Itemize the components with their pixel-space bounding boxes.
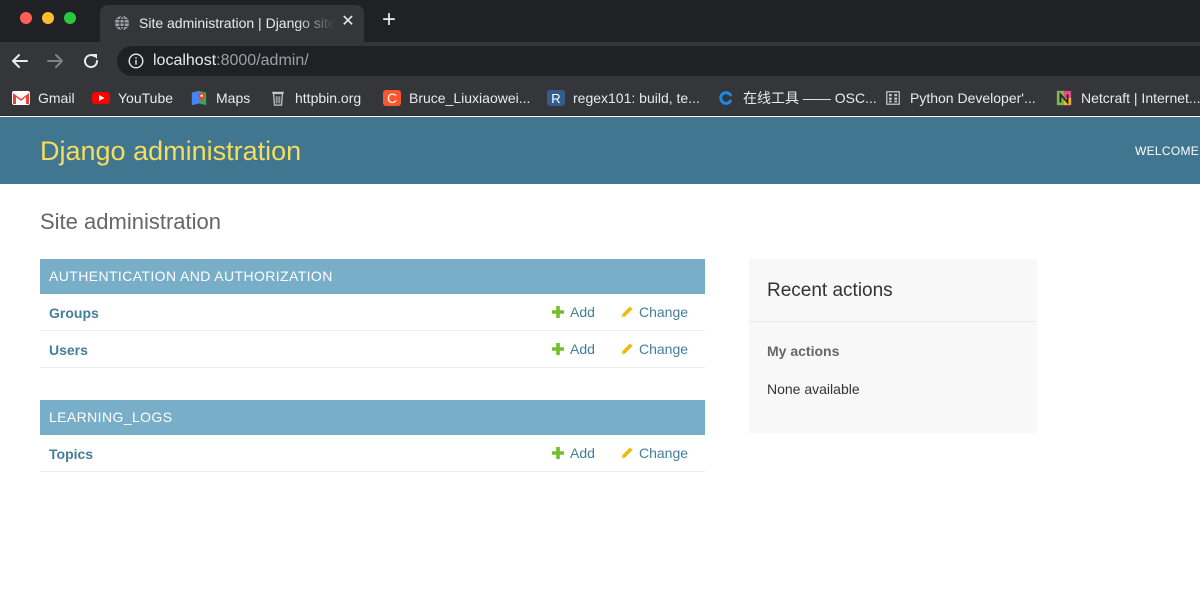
add-topics-button[interactable]: Add (551, 444, 595, 462)
regex101-icon: R (547, 90, 565, 106)
bookmark-netcraft[interactable]: Netcraft | Internet... (1055, 88, 1200, 108)
module-caption-link[interactable]: LEARNING_LOGS (40, 400, 705, 435)
model-link-groups[interactable]: Groups (49, 304, 99, 322)
change-groups-button[interactable]: Change (620, 303, 688, 321)
bookmark-regex101[interactable]: R regex101: build, te... (547, 88, 700, 108)
bookmark-oschina[interactable]: 在线工具 —— OSC... (717, 88, 877, 108)
add-label: Add (570, 341, 595, 357)
page-title: Site administration (40, 209, 221, 234)
bookmark-csdn[interactable]: C Bruce_Liuxiaowei... (383, 88, 530, 108)
bookmark-python-docs[interactable]: Python Developer'... (884, 88, 1036, 108)
model-link-topics[interactable]: Topics (49, 445, 93, 463)
maps-icon (191, 90, 207, 106)
bookmark-maps[interactable]: Maps (190, 88, 250, 108)
bookmark-youtube[interactable]: YouTube (92, 88, 173, 108)
add-icon (552, 306, 564, 318)
site-branding-link[interactable]: Django administration (40, 135, 301, 167)
python-docs-icon (886, 91, 900, 105)
httpbin-icon (272, 91, 284, 106)
forward-arrow-icon[interactable] (45, 51, 65, 71)
address-url[interactable]: localhost:8000/admin/ (153, 52, 309, 70)
add-groups-button[interactable]: Add (551, 303, 595, 321)
browser-tab-bar: Site administration | Django site admin … (0, 0, 1200, 42)
recent-actions-panel: Recent actions My actions None available (749, 259, 1037, 433)
bookmark-label: 在线工具 —— OSC... (743, 90, 877, 106)
divider (749, 321, 1037, 322)
user-tools: WELCOME, (1135, 144, 1200, 158)
youtube-icon (92, 92, 110, 104)
browser-toolbar: localhost:8000/admin/ (0, 42, 1200, 80)
admin-header: Django administration WELCOME, (0, 117, 1200, 184)
window-close-button[interactable] (20, 12, 32, 24)
my-actions-heading: My actions (767, 343, 840, 359)
tab-close-icon[interactable]: ✕ (340, 14, 356, 30)
model-row-users: Users Add Change (40, 331, 705, 368)
add-label: Add (570, 445, 595, 461)
add-label: Add (570, 304, 595, 320)
pencil-icon (621, 447, 633, 459)
add-users-button[interactable]: Add (551, 340, 595, 358)
change-label: Change (639, 445, 689, 461)
new-tab-icon[interactable]: + (378, 8, 400, 32)
bookmark-gmail[interactable]: Gmail (12, 88, 75, 108)
change-label: Change (639, 304, 689, 320)
netcraft-icon (1056, 90, 1072, 106)
model-row-topics: Topics Add Change (40, 435, 705, 472)
bookmark-label: Gmail (38, 90, 75, 106)
bookmark-label: Netcraft | Internet... (1081, 90, 1200, 106)
change-topics-button[interactable]: Change (620, 444, 688, 462)
recent-actions-title: Recent actions (767, 280, 893, 301)
pencil-icon (621, 306, 633, 318)
csdn-icon: C (383, 90, 401, 106)
window-maximize-button[interactable] (64, 12, 76, 24)
model-link-users[interactable]: Users (49, 341, 88, 359)
window-minimize-button[interactable] (42, 12, 54, 24)
bookmarks-bar: Gmail YouTube Maps httpbin.org C Bruce_L… (0, 80, 1200, 116)
reload-icon[interactable] (81, 51, 101, 71)
oschina-icon (719, 91, 732, 105)
bookmark-label: httpbin.org (295, 90, 362, 106)
bookmark-label: regex101: build, te... (573, 90, 700, 106)
add-icon (552, 343, 564, 355)
site-info-icon[interactable] (128, 53, 144, 69)
module-learning-logs: LEARNING_LOGS Topics Add Change (40, 400, 705, 472)
add-icon (552, 447, 564, 459)
module-auth: AUTHENTICATION AND AUTHORIZATION Groups … (40, 259, 705, 368)
address-bar[interactable]: localhost:8000/admin/ (117, 46, 1200, 76)
gmail-icon (12, 91, 30, 105)
bookmark-label: Bruce_Liuxiaowei... (409, 90, 531, 106)
change-users-button[interactable]: Change (620, 340, 688, 358)
empty-state-text: None available (767, 381, 860, 397)
change-label: Change (639, 341, 689, 357)
pencil-icon (621, 343, 633, 355)
bookmark-label: Maps (216, 90, 251, 106)
url-path: :8000/admin/ (216, 52, 309, 69)
bookmark-label: YouTube (118, 90, 174, 106)
bookmark-label: Python Developer'... (910, 90, 1036, 106)
url-host: localhost (153, 52, 217, 69)
globe-icon (115, 15, 129, 31)
module-caption-link[interactable]: AUTHENTICATION AND AUTHORIZATION (40, 259, 705, 294)
back-arrow-icon[interactable] (10, 51, 30, 71)
tab-title: Site administration | Django site admin (139, 15, 335, 31)
bookmark-httpbin[interactable]: httpbin.org (269, 88, 361, 108)
browser-tab-active[interactable]: Site administration | Django site admin … (100, 5, 364, 42)
model-row-groups: Groups Add Change (40, 294, 705, 331)
